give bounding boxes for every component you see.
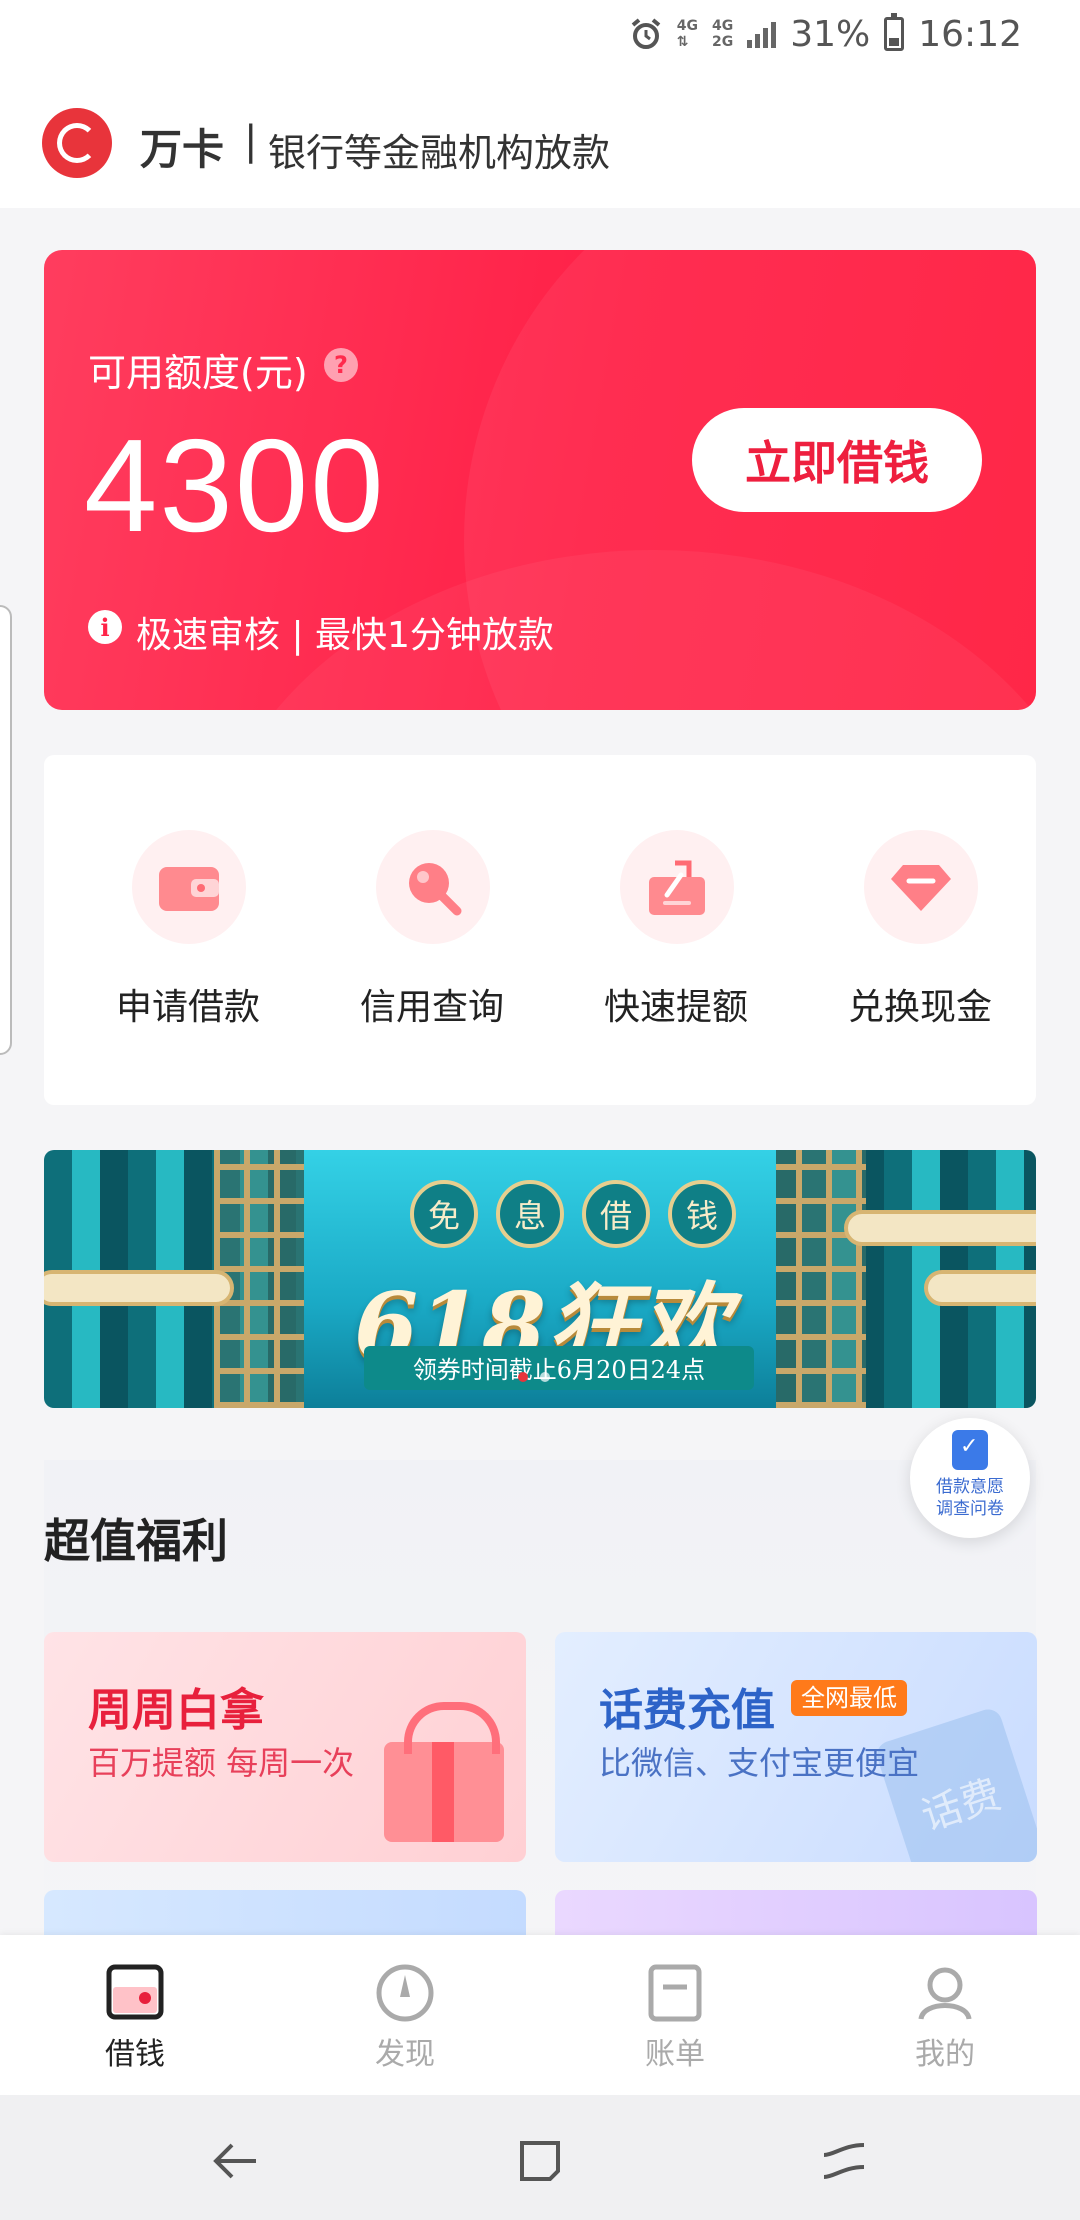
battery-percent: 31% [790, 13, 871, 55]
header-subtitle: 银行等金融机构放款 [268, 131, 611, 175]
tab-label: 发现 [375, 2037, 435, 2072]
card-title: 话费充值 [599, 1685, 775, 1736]
loan-speed-info: 极速审核 | 最快1分钟放款 [136, 615, 554, 656]
status-icons: 4G ⇅ 4G 2G 31% 16:12 [629, 10, 1022, 58]
quick-menu-label: 申请借款 [115, 987, 260, 1028]
available-limit-label: 可用额度(元) [88, 351, 308, 395]
tab-bills[interactable]: 账单 [605, 1963, 745, 2083]
tab-label: 账单 [645, 2037, 705, 2072]
credit-limit-card: 可用额度(元) ? 4300 立即借钱 i 极速审核 | 最快1分钟放款 [44, 250, 1036, 710]
promo-banner[interactable]: 免 息 借 钱 618狂欢 领券时间截止6月20日24点 [44, 1150, 1036, 1408]
network-indicator-1: 4G ⇅ [677, 18, 698, 50]
app-header: 万卡 | 银行等金融机构放款 [0, 68, 1080, 208]
system-navigation-bar [0, 2095, 1080, 2220]
carousel-dot [540, 1372, 550, 1382]
quick-menu-raise-limit[interactable]: 快速提额 [576, 830, 776, 1050]
cloud-decoration [44, 1270, 234, 1306]
wanka-logo-icon [42, 108, 112, 178]
status-bar: 4G ⇅ 4G 2G 31% 16:12 [0, 0, 1080, 68]
network-type-label-2: 4G [712, 18, 734, 34]
network-indicator-2: 4G 2G [712, 18, 733, 50]
clock-time: 16:12 [918, 13, 1022, 55]
diamond-icon [864, 830, 978, 944]
signal-icon [747, 20, 777, 48]
quick-menu-exchange-cash[interactable]: 兑换现金 [820, 830, 1020, 1050]
banner-tag: 钱 [668, 1180, 736, 1248]
magnifier-icon [376, 830, 490, 944]
wallet-tab-icon [106, 1964, 164, 2020]
compass-icon [376, 1964, 434, 2022]
bill-icon [648, 1964, 702, 2022]
quick-menu-label: 信用查询 [359, 987, 504, 1028]
survey-label-line2: 调查问卷 [936, 1499, 1004, 1519]
quick-menu: 申请借款 信用查询 快速提额 兑换现金 [44, 755, 1036, 1105]
home-swipe-icon[interactable] [814, 2131, 874, 2191]
quick-menu-label: 快速提额 [603, 987, 748, 1028]
banner-tag: 免 [410, 1180, 478, 1248]
survey-label: 借款意愿 调查问卷 [910, 1476, 1030, 1520]
info-icon: i [88, 610, 122, 644]
bottom-tab-bar: 借钱 发现 账单 我的 [0, 1935, 1080, 2095]
banner-tag: 借 [582, 1180, 650, 1248]
phone-recharge-card[interactable]: 话费 话费充值 全网最低 比微信、支付宝更便宜 [555, 1632, 1037, 1862]
wallet-icon [132, 830, 246, 944]
cloud-decoration [844, 1210, 1036, 1246]
cloud-decoration [924, 1270, 1036, 1306]
benefits-title: 超值福利 [44, 1514, 228, 1568]
lowest-price-badge: 全网最低 [791, 1680, 907, 1716]
weekly-free-card[interactable]: 周周白拿 百万提额 每周一次 [44, 1632, 526, 1862]
alarm-icon [631, 18, 661, 49]
available-limit-amount: 4300 [84, 412, 386, 559]
side-panel-handle[interactable] [0, 605, 12, 1055]
survey-label-line1: 借款意愿 [936, 1477, 1004, 1497]
quick-menu-label: 兑换现金 [847, 987, 992, 1028]
banner-tag: 息 [496, 1180, 564, 1248]
back-icon[interactable] [206, 2131, 266, 2191]
banner-tags: 免 息 借 钱 [410, 1180, 736, 1248]
card-title: 周周白拿 [88, 1685, 264, 1736]
carousel-indicator [518, 1372, 550, 1382]
header-separator: | [244, 118, 258, 164]
tab-label: 借钱 [105, 2037, 165, 2072]
tab-discover[interactable]: 发现 [335, 1963, 475, 2083]
carousel-dot-active [518, 1372, 528, 1382]
app-brand: 万卡 [140, 125, 225, 174]
network-sub-label: 2G [712, 34, 734, 50]
borrow-now-button[interactable]: 立即借钱 [692, 408, 982, 512]
gift-icon [384, 1702, 504, 1842]
tab-label: 我的 [915, 2037, 975, 2072]
card-subtitle: 百万提额 每周一次 [88, 1744, 355, 1782]
banner-subtitle: 领券时间截止6月20日24点 [412, 1356, 706, 1384]
clipboard-icon [952, 1430, 988, 1470]
recents-icon[interactable] [510, 2131, 570, 2191]
tab-mine[interactable]: 我的 [875, 1963, 1015, 2083]
person-icon [918, 1967, 972, 2020]
network-type-label: 4G [676, 18, 698, 34]
raise-limit-icon [620, 830, 734, 944]
quick-menu-apply-loan[interactable]: 申请借款 [88, 830, 288, 1050]
battery-icon [884, 13, 905, 51]
survey-floating-button[interactable]: 借款意愿 调查问卷 [910, 1418, 1030, 1538]
card-subtitle: 比微信、支付宝更便宜 [599, 1744, 920, 1782]
help-icon[interactable]: ? [324, 348, 358, 382]
quick-menu-credit-check[interactable]: 信用查询 [332, 830, 532, 1050]
tab-borrow[interactable]: 借钱 [65, 1963, 205, 2083]
data-arrows-icon: ⇅ [676, 34, 689, 50]
lattice-decoration-right [766, 1150, 866, 1408]
